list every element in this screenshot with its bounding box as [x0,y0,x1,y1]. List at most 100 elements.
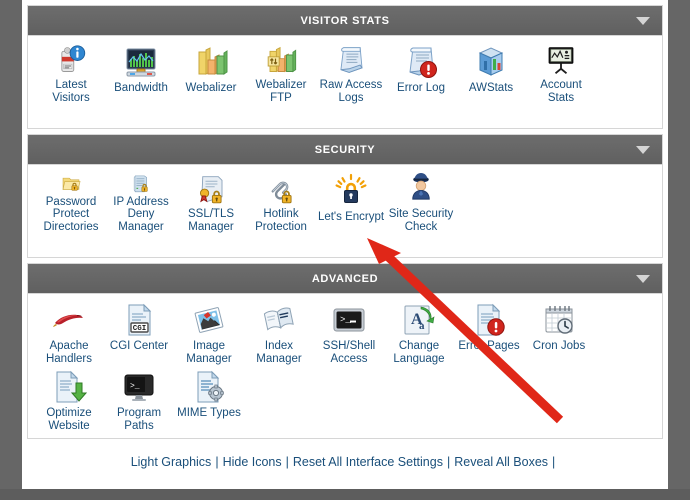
tile-apache-handlers[interactable]: Apache Handlers [34,300,104,365]
tile-password-protect-directories[interactable]: Password Protect Directories [36,171,106,233]
panel-body-advanced: Apache Handlers CGI CGI Center Image Man… [28,294,662,438]
panel-body-visitor-stats: Latest Visitors Bandwidth Webalizer Weba… [28,36,662,128]
tile-label: SSL/TLS Manager [187,208,235,233]
chevron-down-icon[interactable] [636,145,650,154]
lets-encrypt-icon [335,173,367,203]
footer-links: Light Graphics | Hide Icons | Reset All Inte… [22,455,668,475]
site-security-check-icon [412,173,430,200]
tile-program-paths[interactable]: >_ Program Paths [104,367,174,432]
panel-header-visitor-stats[interactable]: VISITOR STATS [28,6,662,36]
footer-separator: | [552,455,556,469]
tile-label: Index Manager [256,340,302,365]
panel-header-advanced[interactable]: ADVANCED [28,264,662,294]
panel-body-security: Password Protect Directories IP Address … [28,165,662,257]
tile-ssl-tls-manager[interactable]: SSL/TLS Manager [176,171,246,233]
panel-header-security[interactable]: SECURITY [28,135,662,165]
webalizer-ftp-icon [267,46,297,73]
ssh-shell-access-icon: >_ [333,308,365,332]
tile-ip-address-deny-manager[interactable]: IP Address Deny Manager [106,171,176,233]
tile-label: Error Pages [458,340,520,352]
tile-label: Let's Encrypt [317,211,385,223]
tile-bandwidth[interactable]: Bandwidth [106,42,176,104]
program-paths-icon: >_ [124,374,154,401]
tile-label: Cron Jobs [532,340,586,352]
chevron-down-icon[interactable] [636,16,650,25]
tile-label: Optimize Website [46,407,92,432]
tile-label: Image Manager [186,340,232,365]
cpanel-content-column: VISITOR STATS Latest Visitors Bandwidth … [22,0,668,489]
tile-site-security-check[interactable]: Site Security Check [386,171,456,233]
tile-error-pages[interactable]: Error Pages [454,300,524,365]
ssl-tls-manager-icon [200,176,223,204]
mime-types-icon [197,370,224,403]
error-log-icon [409,47,437,78]
svg-text:a: a [419,320,425,332]
svg-text:>_: >_ [130,382,140,391]
tile-cron-jobs[interactable]: Cron Jobs [524,300,594,365]
tile-raw-access-logs[interactable]: Raw Access Logs [316,42,386,104]
awstats-icon [478,47,504,76]
tile-label: CGI Center [109,340,169,352]
tile-label: Password Protect Directories [43,195,99,233]
tile-cgi-center[interactable]: CGI CGI Center [104,300,174,365]
tile-latest-visitors[interactable]: Latest Visitors [36,42,106,104]
footer-link-reveal-all-boxes[interactable]: Reveal All Boxes [454,455,548,469]
panel-title-advanced: ADVANCED [311,272,379,285]
footer-link-reset-all-interface-settings[interactable]: Reset All Interface Settings [293,455,443,469]
index-manager-icon [263,307,294,331]
panel-title-security: SECURITY [314,143,376,156]
tile-label: Error Log [397,82,445,94]
apache-handlers-icon [53,314,83,327]
tile-label: Latest Visitors [52,79,90,104]
tile-ssh-shell-access[interactable]: >_ SSH/Shell Access [314,300,384,365]
panel-visitor-stats: VISITOR STATS Latest Visitors Bandwidth … [27,5,663,129]
tile-label: Site Security Check [388,208,454,233]
svg-text:CGI: CGI [133,325,147,333]
tile-webalizer[interactable]: Webalizer [176,42,246,104]
tile-label: SSH/Shell Access [322,340,376,365]
cgi-center-icon: CGI [128,303,152,336]
tile-label: AWStats [468,82,514,94]
footer-link-light-graphics[interactable]: Light Graphics [131,455,212,469]
panel-title-visitor-stats: VISITOR STATS [300,14,390,27]
hotlink-protection-icon [271,181,292,204]
error-pages-icon [477,303,505,336]
tile-label: Webalizer FTP [255,79,307,104]
footer-separator: | [285,455,289,469]
tile-image-manager[interactable]: Image Manager [174,300,244,365]
change-language-icon: A a [404,305,435,335]
panel-advanced: ADVANCED Apache Handlers CGI CGI Center … [27,263,663,439]
tile-label: Apache Handlers [45,340,93,365]
account-stats-icon [548,47,574,75]
tile-index-manager[interactable]: Index Manager [244,300,314,365]
bottom-bar [0,489,690,500]
svg-text:>_: >_ [340,315,351,325]
raw-access-logs-icon [340,47,363,73]
tile-label: MIME Types [177,407,241,419]
tile-label: IP Address Deny Manager [113,195,169,233]
tile-lets-encrypt[interactable]: Let's Encrypt [316,171,386,233]
password-protect-directories-icon [62,177,81,191]
footer-link-hide-icons[interactable]: Hide Icons [223,455,282,469]
webalizer-icon [198,47,228,75]
bandwidth-icon [126,48,156,77]
footer-separator: | [215,455,219,469]
image-manager-icon [194,307,224,333]
chevron-down-icon[interactable] [636,274,650,283]
tile-hotlink-protection[interactable]: Hotlink Protection [246,171,316,233]
cron-jobs-icon [545,306,573,334]
tile-awstats[interactable]: AWStats [456,42,526,104]
tile-change-language[interactable]: A a Change Language [384,300,454,365]
tile-label: Account Stats [540,79,582,104]
tile-label: Change Language [393,340,445,365]
tile-label: Webalizer [185,82,237,94]
cpanel-screen: VISITOR STATS Latest Visitors Bandwidth … [0,0,690,500]
tile-optimize-website[interactable]: Optimize Website [34,367,104,432]
tile-label: Bandwidth [114,82,168,94]
panel-security: SECURITY Password Protect Directories IP… [27,134,663,258]
tile-error-log[interactable]: Error Log [386,42,456,104]
tile-mime-types[interactable]: MIME Types [174,367,244,432]
ip-address-deny-manager-icon [133,175,148,193]
tile-account-stats[interactable]: Account Stats [526,42,596,104]
tile-webalizer-ftp[interactable]: Webalizer FTP [246,42,316,104]
